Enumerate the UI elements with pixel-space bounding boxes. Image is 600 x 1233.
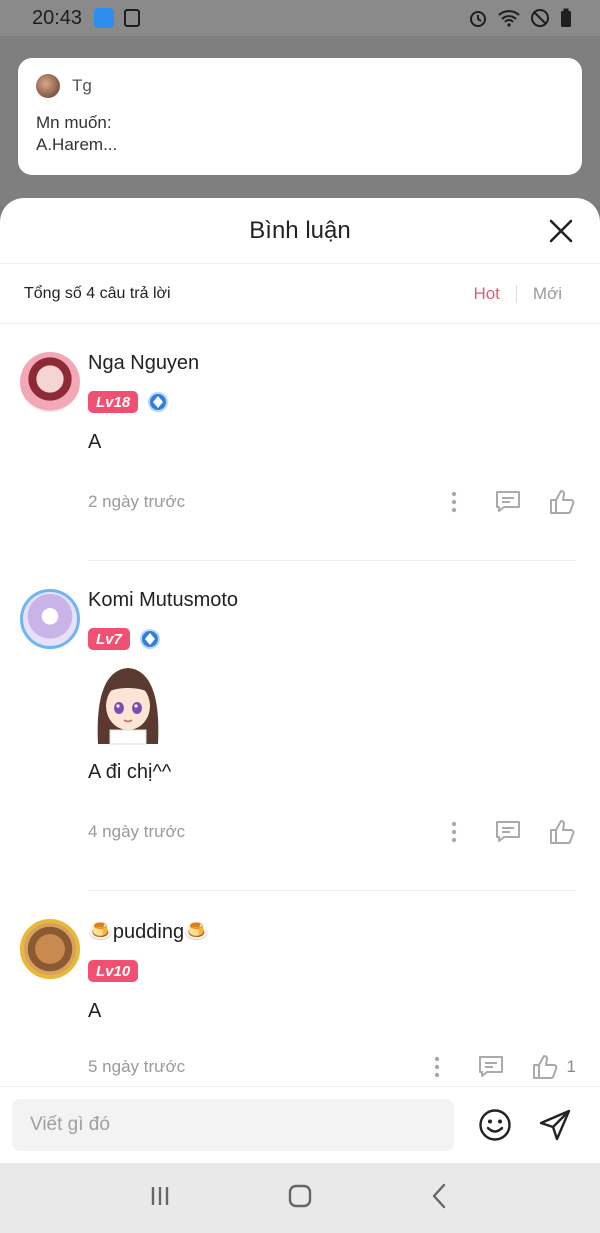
- total-replies: Tổng số 4 câu trả lời: [24, 284, 171, 302]
- sheet-header: Bình luận: [0, 198, 600, 264]
- close-icon: [549, 219, 573, 243]
- comments-sheet: Bình luận Tổng số 4 câu trả lời Hot Mới …: [0, 198, 600, 1163]
- comment-item: Nga Nguyen Lv18 A 2 ngày trước: [0, 324, 600, 560]
- level-badge: Lv7: [88, 628, 130, 650]
- comment-text: A: [88, 431, 102, 453]
- reply-button[interactable]: [494, 818, 522, 846]
- username[interactable]: Nga Nguyen: [88, 352, 576, 375]
- battery-icon: [561, 8, 571, 27]
- more-options-button[interactable]: [423, 1053, 451, 1081]
- send-icon: [539, 1109, 571, 1141]
- comment-time: 2 ngày trước: [88, 492, 186, 511]
- gallery-notification-icon: [124, 9, 141, 27]
- reply-button[interactable]: [494, 488, 522, 516]
- status-time: 20:43: [32, 6, 83, 29]
- sort-new-tab[interactable]: Mới: [517, 284, 576, 304]
- notification-sender: Tg: [72, 76, 92, 95]
- sort-tabs: Hot Mới: [473, 284, 576, 304]
- more-vertical-icon: [434, 1056, 439, 1078]
- reply-button[interactable]: [477, 1053, 505, 1081]
- comment-icon: [478, 1056, 503, 1077]
- like-count: 1: [566, 1057, 576, 1076]
- status-bar: 20:43: [0, 0, 600, 36]
- wifi-icon: [498, 10, 520, 27]
- like-button[interactable]: [531, 1053, 559, 1081]
- recent-apps-button[interactable]: [145, 1181, 175, 1216]
- comment-text: A đi chị^^: [88, 761, 172, 783]
- sheet-title: Bình luận: [249, 216, 351, 244]
- comment-text: A: [88, 1000, 102, 1022]
- username[interactable]: Komi Mutusmoto: [88, 589, 576, 612]
- back-button[interactable]: [425, 1181, 455, 1216]
- comment-input-bar: [0, 1086, 600, 1163]
- verified-badge-icon: [139, 629, 160, 649]
- sticker-image: [97, 668, 159, 745]
- level-badge: Lv10: [88, 960, 139, 982]
- more-options-button[interactable]: [440, 488, 468, 516]
- notification-card[interactable]: Tg Mn muốn: A.Harem...: [18, 58, 582, 175]
- back-icon: [432, 1183, 446, 1208]
- user-avatar[interactable]: [20, 919, 80, 979]
- level-badge: Lv18: [88, 391, 139, 413]
- comment-time: 4 ngày trước: [88, 822, 186, 841]
- comment-time: 5 ngày trước: [88, 1057, 186, 1076]
- like-button[interactable]: [548, 488, 576, 516]
- user-avatar[interactable]: [20, 352, 80, 412]
- emoji-button[interactable]: [478, 1108, 512, 1142]
- thumbs-up-icon: [532, 1055, 557, 1079]
- verified-badge-icon: [148, 392, 169, 412]
- sender-avatar: [36, 74, 60, 98]
- smiley-icon: [479, 1109, 511, 1141]
- sort-hot-tab[interactable]: Hot: [473, 284, 515, 304]
- alarm-icon: [470, 11, 486, 27]
- more-vertical-icon: [451, 821, 457, 843]
- do-not-disturb-icon: [531, 9, 549, 27]
- thumbs-up-icon: [550, 490, 575, 514]
- notification-message: Mn muốn: A.Harem...: [36, 113, 118, 154]
- app-notification-icon: [94, 8, 115, 28]
- comment-icon: [496, 821, 520, 842]
- comment-icon: [496, 491, 520, 512]
- send-button[interactable]: [538, 1108, 572, 1142]
- close-button[interactable]: [548, 218, 574, 244]
- thumbs-up-icon: [550, 820, 575, 844]
- home-button[interactable]: [285, 1181, 315, 1216]
- home-icon: [288, 1184, 312, 1207]
- like-button[interactable]: [548, 818, 576, 846]
- username[interactable]: 🍮pudding🍮: [88, 919, 576, 944]
- comment-item: Komi Mutusmoto Lv7 A đi chị^^ 4 ngày trư…: [0, 561, 600, 890]
- system-nav-bar: [0, 1163, 600, 1233]
- comment-item: 🍮pudding🍮 Lv10 A 5 ngày trước 1: [0, 891, 600, 1081]
- more-options-button[interactable]: [440, 818, 468, 846]
- user-avatar[interactable]: [20, 589, 80, 649]
- comment-input[interactable]: [12, 1099, 454, 1151]
- comments-subheader: Tổng số 4 câu trả lời Hot Mới: [0, 264, 600, 324]
- recent-apps-icon: [151, 1186, 169, 1205]
- more-vertical-icon: [451, 491, 457, 513]
